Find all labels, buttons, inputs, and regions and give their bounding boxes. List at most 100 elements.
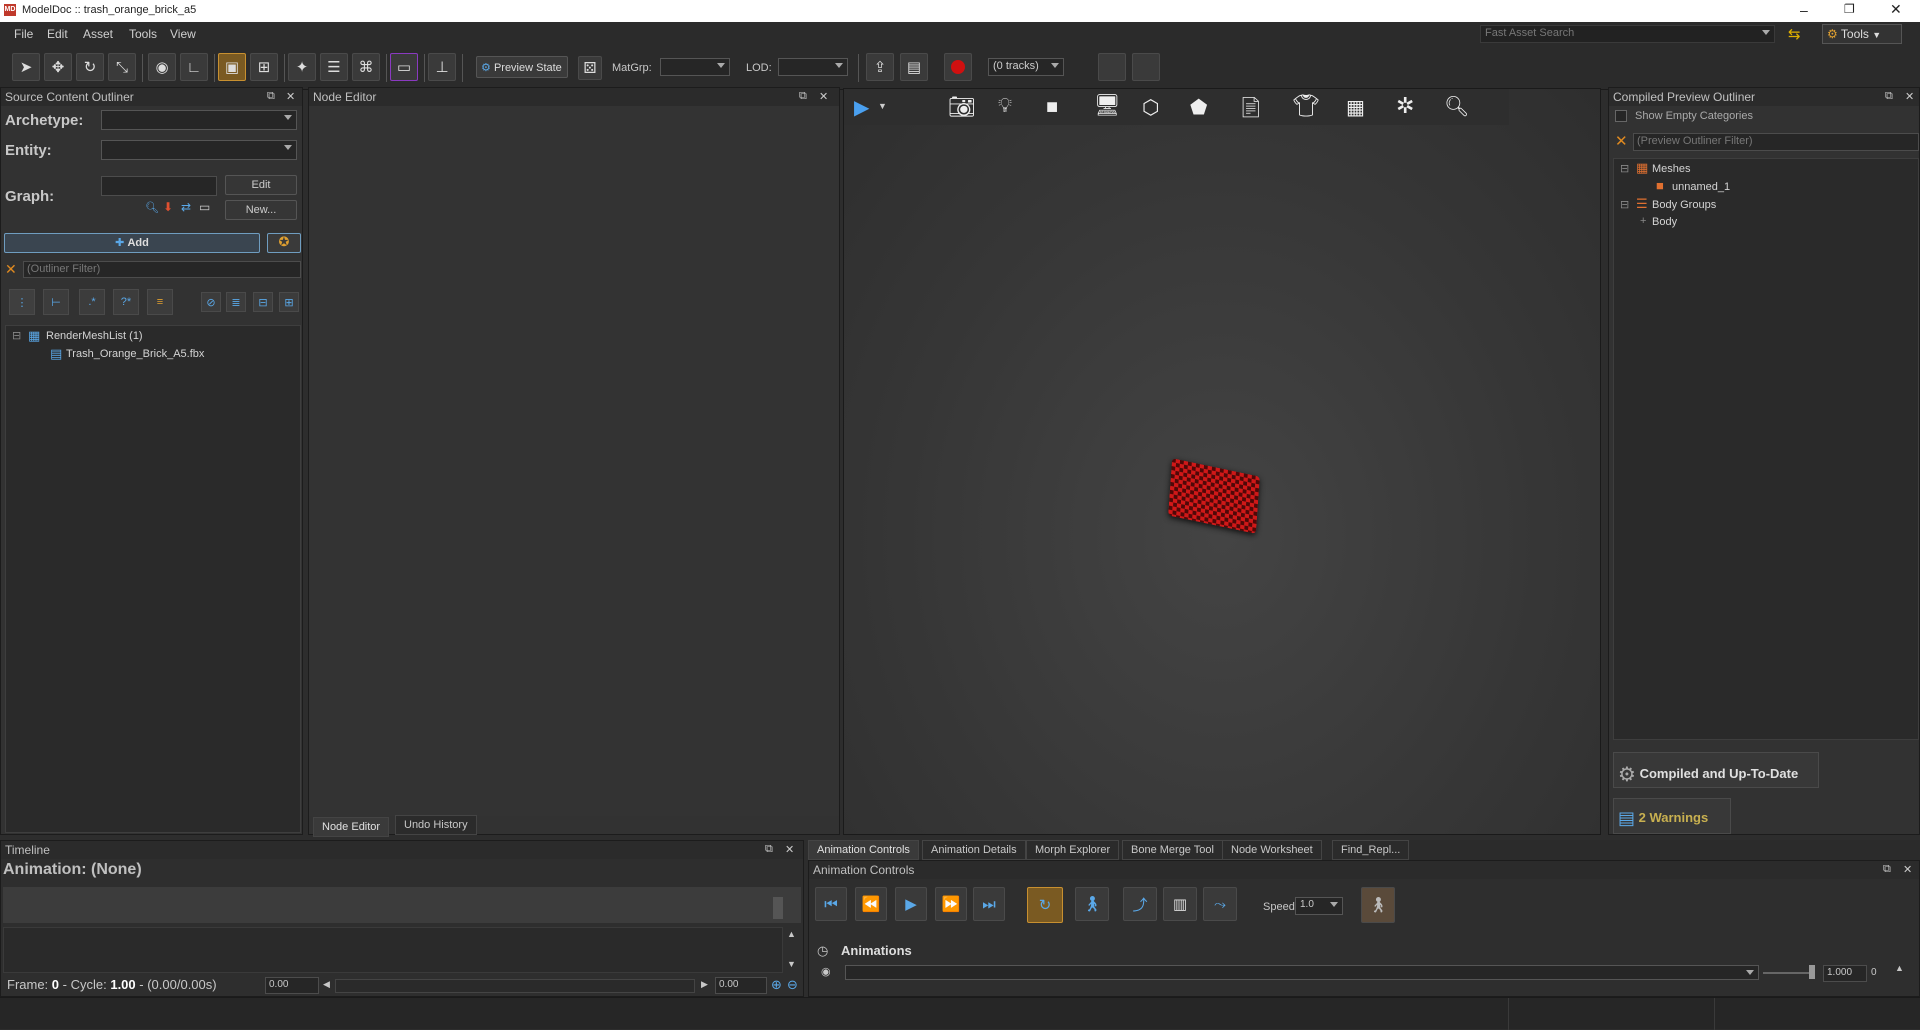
root-motion-icon[interactable]: ⤴ (1123, 887, 1157, 921)
tab-morph-explorer[interactable]: Morph Explorer (1026, 840, 1120, 860)
float-icon[interactable]: ⧉ (1885, 90, 1893, 103)
light-icon[interactable]: 💡︎ (998, 95, 1012, 118)
skip-start-icon[interactable]: ⏮ (815, 887, 847, 921)
close-panel-icon[interactable]: ✕ (1903, 863, 1912, 876)
camera-icon[interactable]: 📷︎ (948, 94, 976, 120)
tree-item-body[interactable]: Body (1652, 216, 1677, 228)
step-back-icon[interactable]: ⏪ (855, 887, 887, 921)
timeline-scrubber[interactable] (773, 897, 783, 919)
pin-icon[interactable]: ⇆ (1788, 25, 1801, 43)
object-space-icon[interactable]: ◉ (148, 53, 176, 81)
float-icon[interactable]: ⧉ (267, 90, 275, 103)
scrub-left-icon[interactable]: ◀ (323, 979, 330, 990)
tab-undo-history[interactable]: Undo History (395, 815, 477, 835)
regex-icon[interactable]: .* (79, 289, 105, 315)
tree-view-icon[interactable]: ⋮ (9, 289, 35, 315)
compiled-status-button[interactable]: ⚙ Compiled and Up-To-Date (1613, 752, 1819, 788)
fast-asset-search[interactable]: Fast Asset Search (1480, 25, 1775, 43)
close-panel-icon[interactable]: ✕ (785, 843, 794, 856)
play-icon[interactable]: ▶ (854, 95, 869, 120)
close-panel-icon[interactable]: ✕ (1905, 90, 1914, 103)
close-icon[interactable]: ✕ (1890, 1, 1902, 18)
ik-icon[interactable]: ⤳ (1203, 887, 1237, 921)
end-time-field[interactable]: 0.00 (715, 977, 767, 994)
timeline-track[interactable] (3, 887, 801, 923)
grid-snap-icon[interactable]: ⊞ (250, 53, 278, 81)
save-icon[interactable]: ▤ (900, 53, 928, 81)
shapes-icon[interactable]: ⬟ (1190, 95, 1207, 120)
radio-icon[interactable]: ◉ (821, 965, 831, 978)
menu-view[interactable]: View (170, 27, 196, 41)
restore-icon[interactable]: ❐ (1844, 2, 1855, 16)
tree-item-fbx[interactable]: Trash_Orange_Brick_A5.fbx (66, 348, 204, 360)
entity-select[interactable] (101, 140, 297, 160)
move-tool-icon[interactable]: ✥ (44, 53, 72, 81)
show-empty-checkbox[interactable] (1615, 110, 1627, 122)
menu-tools[interactable]: Tools (129, 27, 157, 41)
attachment-icon[interactable]: ⊥ (428, 53, 456, 81)
list-view-icon[interactable]: ≣ (226, 292, 246, 312)
list-icon[interactable]: ≡ (147, 289, 173, 315)
sliders-icon[interactable]: ☰ (320, 53, 348, 81)
zoom-out-icon[interactable]: ⊖ (787, 977, 798, 993)
figure-icon[interactable]: 🚶︎ (1361, 887, 1395, 923)
collapse-all-icon[interactable]: ⊟ (253, 292, 273, 312)
outliner-filter-input[interactable]: (Outliner Filter) (23, 261, 301, 278)
close-panel-icon[interactable]: ✕ (819, 90, 828, 103)
monitor-icon[interactable]: 🖥︎ (1094, 94, 1121, 118)
tab-animation-details[interactable]: Animation Details (922, 840, 1026, 860)
graph-search-icon[interactable]: 🔍︎ (145, 201, 159, 214)
filter-off-icon[interactable]: ⊘ (201, 292, 221, 312)
loop-icon[interactable]: ↻ (1027, 887, 1063, 923)
start-time-field[interactable]: 0.00 (265, 977, 319, 994)
menu-edit[interactable]: Edit (47, 27, 68, 41)
brick-mesh[interactable] (1168, 458, 1260, 534)
step-forward-icon[interactable]: ⏩ (935, 887, 967, 921)
hierarchy-icon[interactable]: ⊢ (43, 289, 69, 315)
minimize-icon[interactable]: – (1800, 2, 1808, 18)
close-panel-icon[interactable]: ✕ (286, 90, 295, 103)
scroll-up-icon[interactable]: ▲ (1895, 963, 1904, 973)
speed-select[interactable]: 1.0 (1295, 897, 1343, 915)
clear-filter-icon[interactable]: ✕ (1615, 132, 1628, 150)
add-button[interactable]: ✚ Add (4, 233, 260, 253)
zoom-in-icon[interactable]: ⊕ (771, 977, 782, 993)
blend-icon[interactable]: ▥ (1163, 887, 1197, 921)
graph-field[interactable] (101, 176, 217, 196)
blank-button-2[interactable] (1132, 53, 1160, 81)
warnings-button[interactable]: ▤ 2 Warnings (1613, 798, 1731, 834)
collapse-icon[interactable]: ⊟ (1620, 162, 1629, 175)
purple-frame-icon[interactable]: ▭ (390, 53, 418, 81)
bone-icon[interactable]: ⌘ (352, 53, 380, 81)
wildcard-icon[interactable]: ?* (113, 289, 139, 315)
tab-node-editor[interactable]: Node Editor (313, 817, 390, 837)
tab-node-worksheet[interactable]: Node Worksheet (1222, 840, 1322, 860)
tab-bone-merge-tool[interactable]: Bone Merge Tool (1122, 840, 1223, 860)
weight-slider-handle[interactable] (1809, 965, 1815, 979)
matgrp-select[interactable] (660, 58, 730, 76)
skip-end-icon[interactable]: ⏭ (973, 887, 1005, 921)
menu-asset[interactable]: Asset (83, 27, 113, 41)
collapse-icon[interactable]: ⊟ (1620, 198, 1629, 211)
scroll-up-icon[interactable]: ▲ (787, 929, 796, 939)
pose-icon[interactable]: 🚶︎ (1075, 887, 1109, 921)
skeleton-icon[interactable]: ✲ (1396, 93, 1414, 119)
graph-down-icon[interactable]: ⬇ (163, 200, 173, 214)
lod-select[interactable] (778, 58, 848, 76)
scroll-down-icon[interactable]: ▼ (787, 959, 796, 969)
edit-button[interactable]: Edit (225, 175, 297, 195)
zoom-icon[interactable]: 🔍︎ (1444, 94, 1469, 119)
tab-animation-controls[interactable]: Animation Controls (808, 840, 919, 860)
scrub-right-icon[interactable]: ▶ (701, 979, 708, 990)
graph-link-icon[interactable]: ⇄ (181, 200, 191, 214)
tree-item-unnamed-1[interactable]: unnamed_1 (1672, 181, 1730, 193)
timeline-lower-track[interactable] (3, 927, 783, 973)
blank-button-1[interactable] (1098, 53, 1126, 81)
play-icon[interactable]: ▶ (895, 887, 927, 921)
magic-icon[interactable]: ✦ (288, 53, 316, 81)
tab-find-replace[interactable]: Find_Repl... (1332, 840, 1410, 860)
expand-icon[interactable]: + (1640, 215, 1646, 227)
tracks-select[interactable]: (0 tracks) (988, 58, 1064, 76)
weight-slider[interactable] (1763, 972, 1815, 974)
shirt-icon[interactable]: 👕︎ (1292, 93, 1320, 119)
